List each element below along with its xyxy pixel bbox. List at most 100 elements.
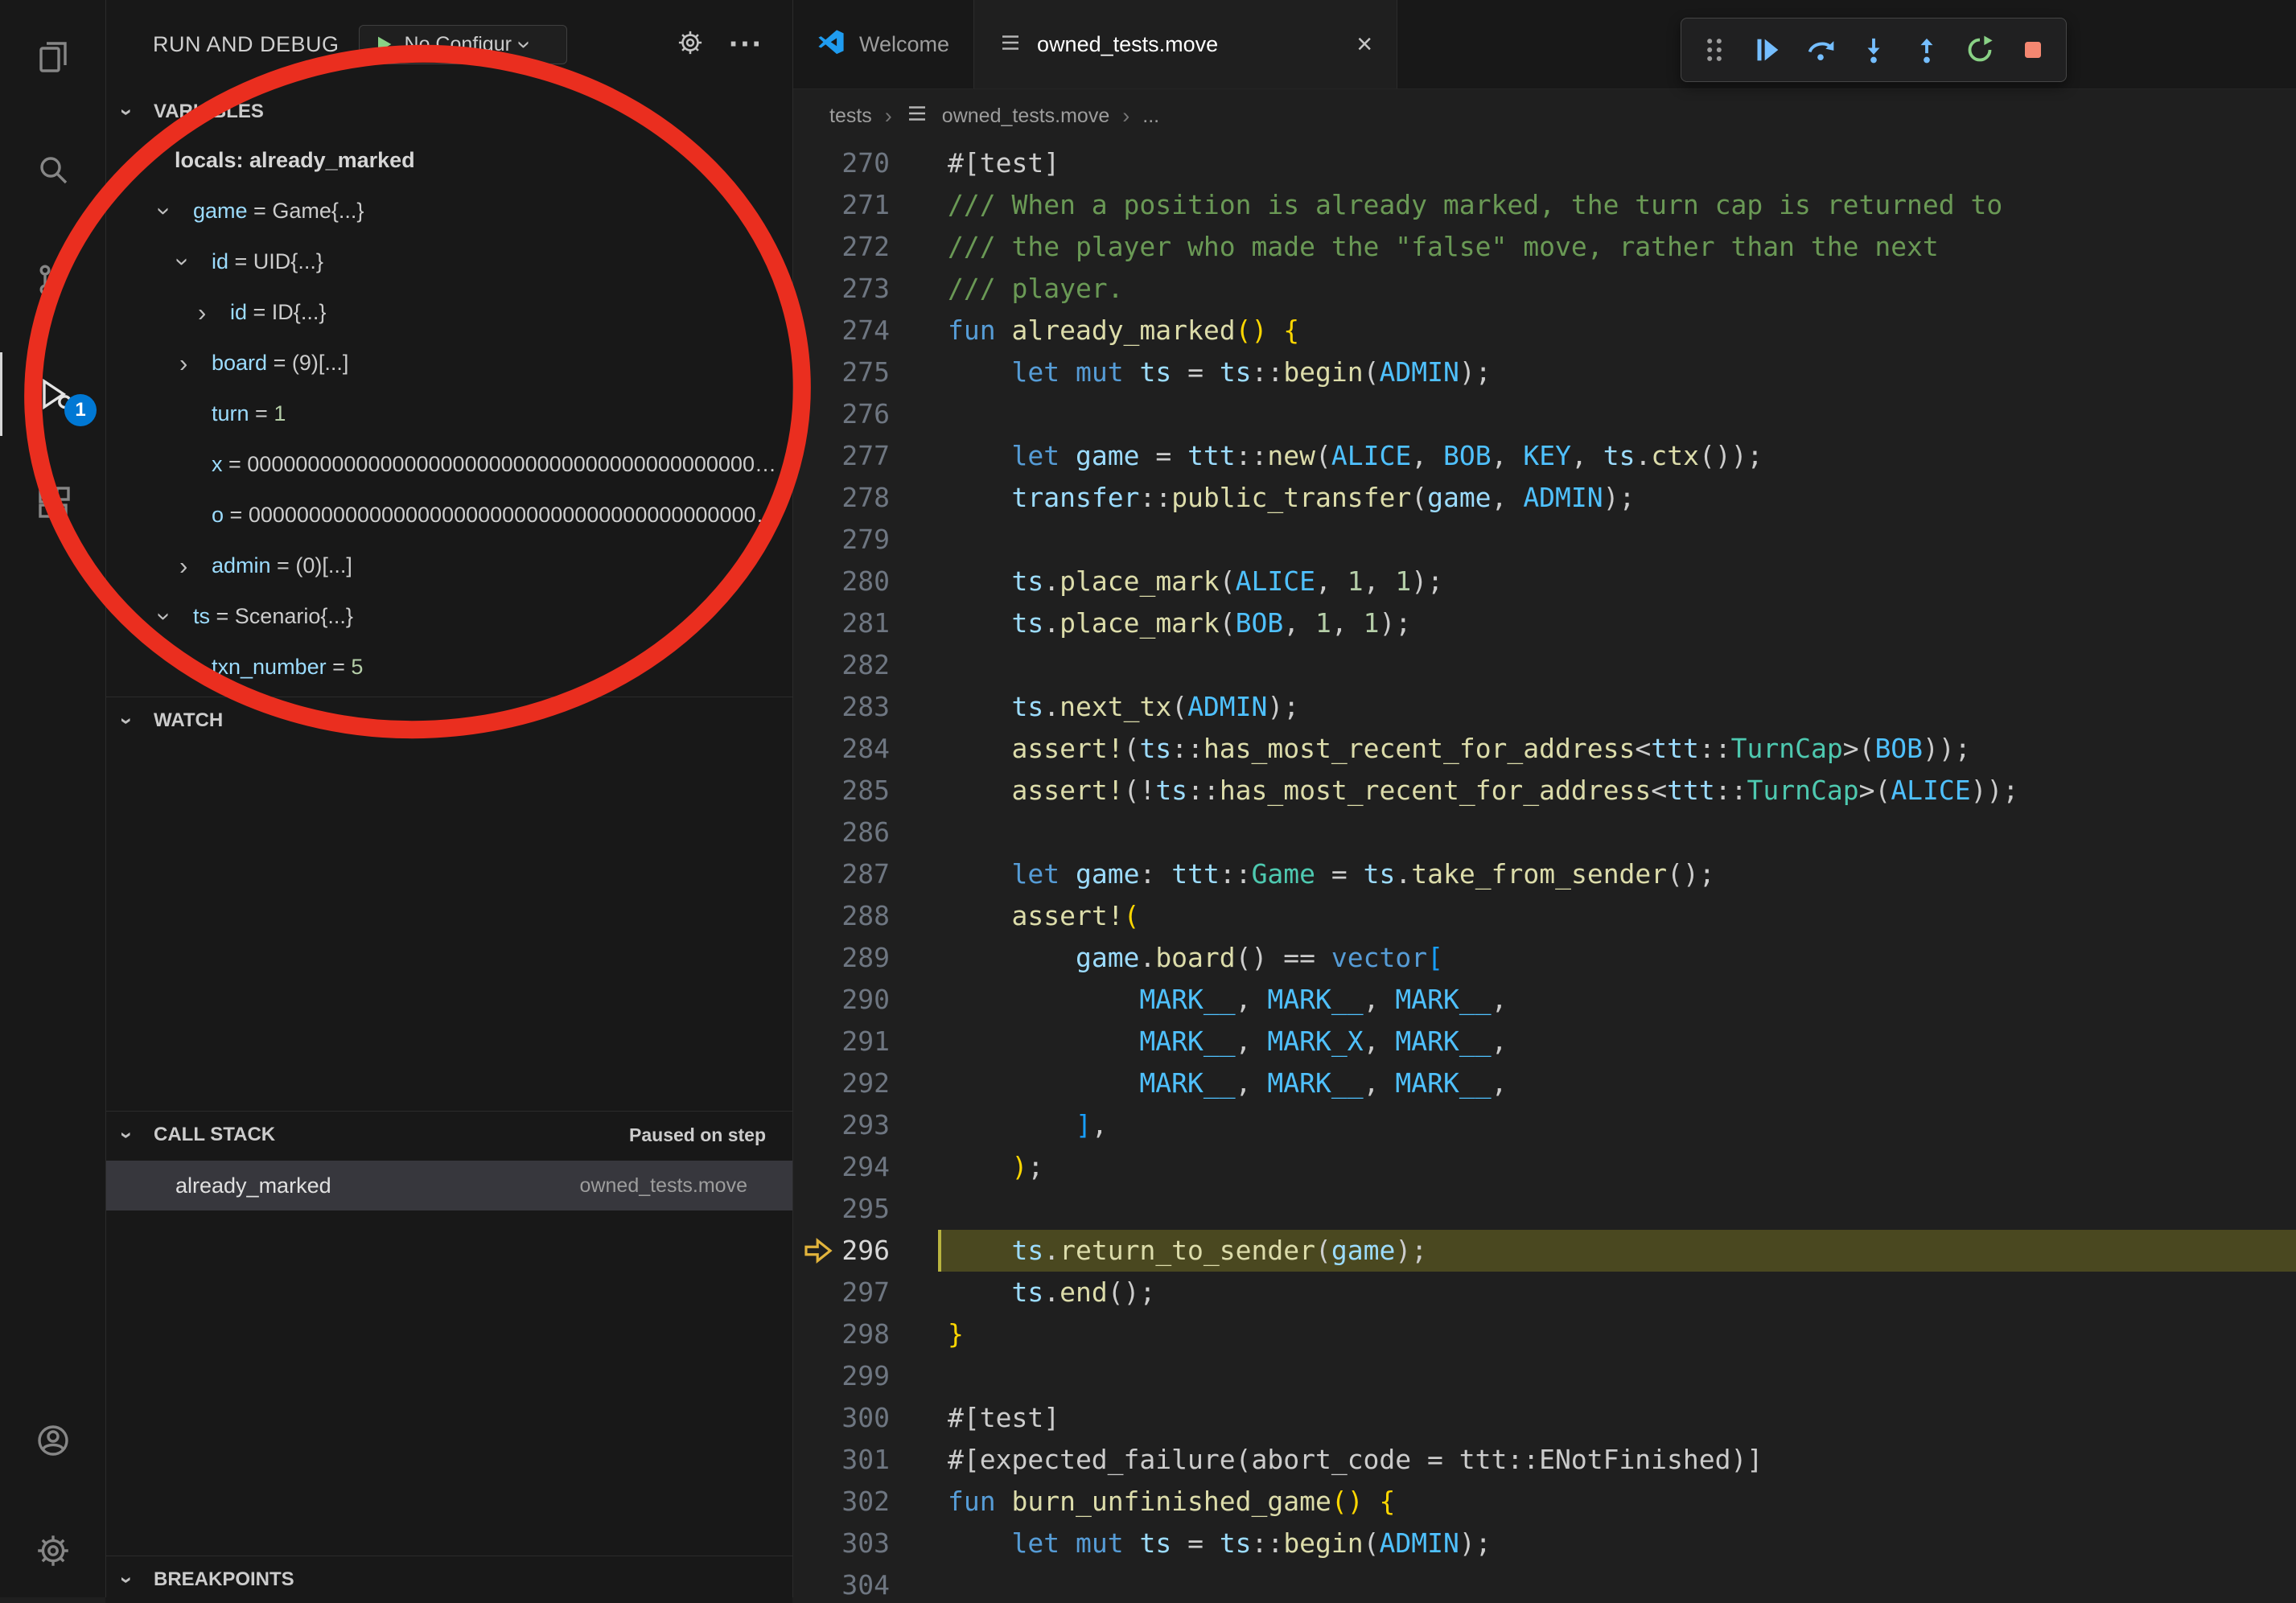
code-line[interactable]: 287 let game: ttt::Game = ts.take_from_s…: [793, 853, 2296, 895]
code-line[interactable]: 280 ts.place_mark(ALICE, 1, 1);: [793, 561, 2296, 602]
extensions-icon[interactable]: [0, 462, 105, 545]
line-number[interactable]: 300: [793, 1397, 890, 1439]
breadcrumb-file[interactable]: owned_tests.move: [942, 105, 1109, 128]
line-number[interactable]: 280: [793, 561, 890, 602]
line-number[interactable]: 271: [793, 184, 890, 226]
more-actions-icon[interactable]: [729, 27, 763, 63]
line-number[interactable]: 278: [793, 477, 890, 519]
drag-handle-icon[interactable]: [1689, 26, 1739, 74]
variable-row[interactable]: admin = (0)[...]: [105, 540, 792, 591]
code-line[interactable]: 302fun burn_unfinished_game() {: [793, 1481, 2296, 1523]
tab-owned-tests-move[interactable]: owned_tests.move: [974, 0, 1397, 88]
line-number[interactable]: 293: [793, 1104, 890, 1146]
line-number[interactable]: 289: [793, 937, 890, 979]
line-number[interactable]: 282: [793, 644, 890, 686]
code-line[interactable]: 298}: [793, 1313, 2296, 1355]
line-number[interactable]: 302: [793, 1481, 890, 1523]
account-icon[interactable]: [0, 1399, 105, 1482]
section-header-variables[interactable]: VARIABLES: [105, 88, 792, 135]
settings-gear-icon[interactable]: [0, 1509, 105, 1593]
line-number[interactable]: 281: [793, 602, 890, 644]
code-line[interactable]: 273/// player.: [793, 268, 2296, 310]
code-line[interactable]: 276: [793, 393, 2296, 435]
code-line[interactable]: 278 transfer::public_transfer(game, ADMI…: [793, 477, 2296, 519]
launch-config-dropdown[interactable]: No Configur: [359, 25, 567, 64]
stop-button[interactable]: [2008, 26, 2058, 74]
line-number[interactable]: 290: [793, 979, 890, 1021]
line-number[interactable]: 273: [793, 268, 890, 310]
code-line[interactable]: 282: [793, 644, 2296, 686]
code-line[interactable]: 289 game.board() == vector[: [793, 937, 2296, 979]
line-number[interactable]: 287: [793, 853, 890, 895]
code-line[interactable]: 279: [793, 519, 2296, 561]
line-number[interactable]: 279: [793, 519, 890, 561]
line-number[interactable]: 284: [793, 728, 890, 770]
line-number[interactable]: 274: [793, 310, 890, 351]
breadcrumb-folder[interactable]: tests: [829, 105, 872, 128]
code-line[interactable]: 291 MARK__, MARK_X, MARK__,: [793, 1021, 2296, 1063]
code-line[interactable]: 290 MARK__, MARK__, MARK__,: [793, 979, 2296, 1021]
run-and-debug-icon[interactable]: 1: [0, 352, 108, 436]
step-out-button[interactable]: [1902, 26, 1952, 74]
code-line[interactable]: 297 ts.end();: [793, 1272, 2296, 1313]
code-line[interactable]: 304: [793, 1564, 2296, 1597]
variable-row[interactable]: x = 000000000000000000000000000000000000…: [105, 439, 792, 490]
chevron-down-icon[interactable]: [161, 604, 193, 629]
code-line[interactable]: 272/// the player who made the "false" m…: [793, 226, 2296, 268]
variable-row[interactable]: id = UID{...}: [105, 236, 792, 287]
chevron-down-icon[interactable]: [142, 148, 175, 173]
line-number[interactable]: 288: [793, 895, 890, 937]
line-number[interactable]: 294: [793, 1146, 890, 1188]
code-line[interactable]: 299: [793, 1355, 2296, 1397]
code-line[interactable]: 303 let mut ts = ts::begin(ADMIN);: [793, 1523, 2296, 1564]
close-icon[interactable]: [1356, 31, 1372, 58]
line-number[interactable]: 303: [793, 1523, 890, 1564]
line-number[interactable]: 283: [793, 686, 890, 728]
line-number[interactable]: 272: [793, 226, 890, 268]
code-line[interactable]: 281 ts.place_mark(BOB, 1, 1);: [793, 602, 2296, 644]
code-line[interactable]: 270#[test]: [793, 142, 2296, 184]
search-icon[interactable]: [0, 128, 105, 212]
explorer-icon[interactable]: [0, 15, 105, 99]
code-line[interactable]: 288 assert!(: [793, 895, 2296, 937]
section-header-call-stack[interactable]: CALL STACK Paused on step: [105, 1111, 792, 1158]
variable-row[interactable]: game = Game{...}: [105, 186, 792, 236]
line-number[interactable]: 277: [793, 435, 890, 477]
source-control-icon[interactable]: [0, 238, 105, 322]
variable-row[interactable]: board = (9)[...]: [105, 338, 792, 388]
line-number[interactable]: 298: [793, 1313, 890, 1355]
restart-button[interactable]: [1955, 26, 2005, 74]
line-number[interactable]: 304: [793, 1564, 890, 1597]
step-over-button[interactable]: [1796, 26, 1845, 74]
variable-row[interactable]: o = 000000000000000000000000000000000000…: [105, 490, 792, 540]
chevron-right-icon[interactable]: [179, 351, 212, 376]
continue-button[interactable]: [1743, 26, 1792, 74]
line-number[interactable]: 285: [793, 770, 890, 812]
code-line[interactable]: 301#[expected_failure(abort_code = ttt::…: [793, 1439, 2296, 1481]
line-number[interactable]: 291: [793, 1021, 890, 1063]
variable-row[interactable]: ts = Scenario{...}: [105, 591, 792, 642]
chevron-right-icon[interactable]: [179, 553, 212, 578]
code-line[interactable]: 300#[test]: [793, 1397, 2296, 1439]
line-number[interactable]: 295: [793, 1188, 890, 1230]
line-number[interactable]: 297: [793, 1272, 890, 1313]
line-number[interactable]: 275: [793, 351, 890, 393]
line-number[interactable]: 299: [793, 1355, 890, 1397]
variable-row[interactable]: id = ID{...}: [105, 287, 792, 338]
code-line[interactable]: 285 assert!(!ts::has_most_recent_for_add…: [793, 770, 2296, 812]
line-number[interactable]: 270: [793, 142, 890, 184]
current-code-line[interactable]: 296 ts.return_to_sender(game);: [793, 1230, 2296, 1272]
code-line[interactable]: 277 let game = ttt::new(ALICE, BOB, KEY,…: [793, 435, 2296, 477]
code-line[interactable]: 286: [793, 812, 2296, 853]
breadcrumb-symbol[interactable]: ...: [1142, 105, 1159, 128]
chevron-right-icon[interactable]: [198, 300, 230, 325]
code-line[interactable]: 274fun already_marked() {: [793, 310, 2296, 351]
variable-row[interactable]: turn = 1: [105, 388, 792, 439]
line-number[interactable]: 286: [793, 812, 890, 853]
configure-gear-icon[interactable]: [676, 28, 705, 61]
code-line[interactable]: 283 ts.next_tx(ADMIN);: [793, 686, 2296, 728]
code-line[interactable]: 271/// When a position is already marked…: [793, 184, 2296, 226]
line-number[interactable]: 292: [793, 1063, 890, 1104]
chevron-down-icon[interactable]: [161, 199, 193, 224]
code-line[interactable]: 295: [793, 1188, 2296, 1230]
